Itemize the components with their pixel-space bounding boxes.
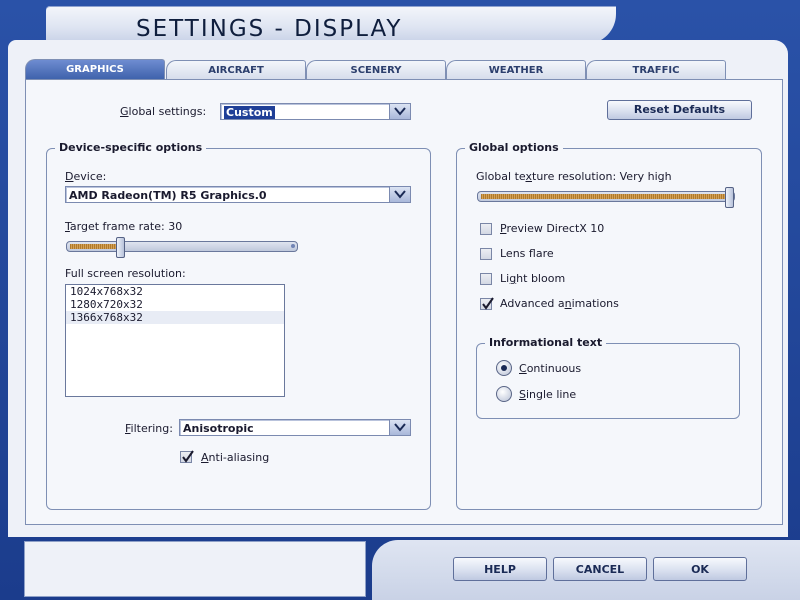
global-options-title: Global options: [465, 141, 563, 154]
ok-button[interactable]: OK: [653, 557, 747, 581]
resolution-listbox[interactable]: 1024x768x32 1280x720x32 1366x768x32: [65, 284, 285, 397]
filtering-dropdown[interactable]: Anisotropic: [179, 419, 411, 436]
tab-graphics[interactable]: GRAPHICS: [25, 59, 165, 81]
global-settings-value: Custom: [224, 106, 275, 119]
chevron-down-icon: [389, 420, 410, 435]
tab-traffic[interactable]: TRAFFIC: [586, 60, 726, 80]
reset-defaults-button[interactable]: Reset Defaults: [607, 100, 752, 120]
radio-selected-dot: [501, 365, 507, 371]
texture-resolution-slider[interactable]: [477, 187, 735, 208]
chevron-down-icon: [389, 187, 410, 202]
lens-flare-label: Lens flare: [500, 247, 554, 260]
list-item[interactable]: 1366x768x32: [66, 311, 284, 324]
filtering-value: Anisotropic: [183, 422, 254, 435]
list-item[interactable]: 1280x720x32: [66, 298, 284, 311]
informational-text-group: Informational text: [476, 336, 740, 419]
global-options-group: Global options: [456, 141, 762, 510]
frame-rate-slider-thumb[interactable]: [116, 237, 125, 258]
filtering-label: Filtering:: [125, 422, 173, 435]
device-dropdown[interactable]: AMD Radeon(TM) R5 Graphics.0: [65, 186, 411, 203]
status-area: [24, 541, 366, 597]
single-line-radio[interactable]: [496, 386, 512, 402]
help-button[interactable]: HELP: [453, 557, 547, 581]
tab-weather[interactable]: WEATHER: [446, 60, 586, 80]
informational-text-title: Informational text: [485, 336, 607, 349]
global-settings-label: Global settings:: [120, 105, 207, 118]
device-value: AMD Radeon(TM) R5 Graphics.0: [69, 189, 267, 202]
window-title: SETTINGS - DISPLAY: [136, 16, 403, 42]
resolution-label: Full screen resolution:: [65, 267, 186, 280]
check-icon: [182, 450, 194, 463]
tab-aircraft[interactable]: AIRCRAFT: [166, 60, 306, 80]
frame-rate-slider-fill: [70, 244, 116, 249]
texture-slider-thumb[interactable]: [725, 187, 734, 208]
texture-resolution-label: Global texture resolution: Very high: [476, 170, 672, 183]
check-icon: [482, 297, 494, 310]
lens-flare-checkbox[interactable]: [480, 248, 492, 260]
light-bloom-checkbox[interactable]: [480, 273, 492, 285]
list-item[interactable]: 1024x768x32: [66, 285, 284, 298]
device-label: Device:: [65, 170, 107, 183]
frame-rate-label: Target frame rate: 30: [65, 220, 183, 233]
light-bloom-label: Light bloom: [500, 272, 566, 285]
texture-slider-fill: [481, 194, 725, 199]
slider-end-dot: [291, 244, 295, 248]
cancel-button[interactable]: CANCEL: [553, 557, 647, 581]
frame-rate-slider[interactable]: [66, 237, 298, 258]
device-options-title: Device-specific options: [55, 141, 207, 154]
single-line-label: Single line: [519, 388, 577, 401]
anti-aliasing-checkbox[interactable]: [180, 450, 194, 463]
global-settings-dropdown[interactable]: Custom: [220, 103, 411, 120]
title-bar: SETTINGS - DISPLAY: [46, 6, 616, 44]
advanced-animations-checkbox[interactable]: [480, 297, 494, 310]
preview-directx10-checkbox[interactable]: [480, 223, 492, 235]
anti-aliasing-label: Anti-aliasing: [201, 451, 270, 464]
continuous-radio[interactable]: [496, 360, 512, 376]
advanced-animations-label: Advanced animations: [500, 297, 619, 310]
tab-scenery[interactable]: SCENERY: [306, 60, 446, 80]
chevron-down-icon: [389, 104, 410, 119]
continuous-label: Continuous: [519, 362, 582, 375]
preview-directx10-label: Preview DirectX 10: [500, 222, 605, 235]
